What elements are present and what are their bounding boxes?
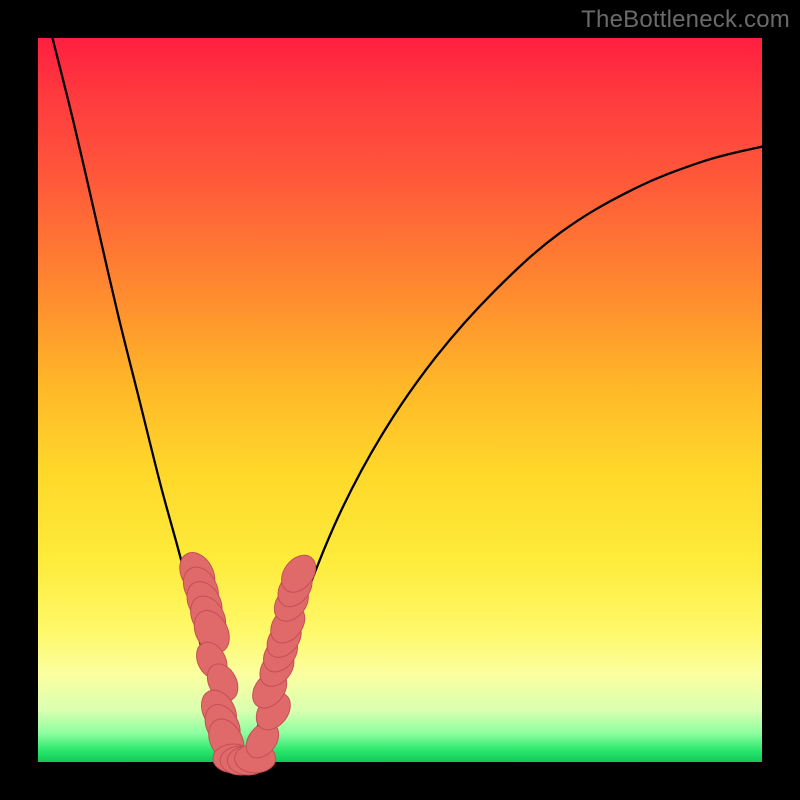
curve-right	[241, 147, 762, 762]
chart-frame: TheBottleneck.com	[0, 0, 800, 800]
plot-area	[38, 38, 762, 762]
chart-svg	[38, 38, 762, 762]
data-markers	[173, 546, 323, 775]
watermark-text: TheBottleneck.com	[581, 6, 790, 34]
